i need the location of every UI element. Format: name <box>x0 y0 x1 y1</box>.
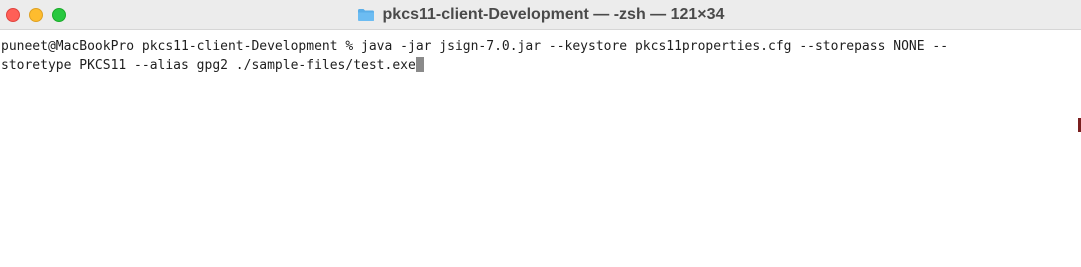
terminal-window: pkcs11-client-Development — -zsh — 121×3… <box>0 0 1081 267</box>
terminal-content[interactable]: puneet@MacBookPro pkcs11-client-Developm… <box>0 30 1081 267</box>
title-bar[interactable]: pkcs11-client-Development — -zsh — 121×3… <box>0 0 1081 30</box>
terminal-line-2: storetype PKCS11 --alias gpg2 ./sample-f… <box>1 58 416 73</box>
terminal-output[interactable]: puneet@MacBookPro pkcs11-client-Developm… <box>1 37 1076 75</box>
text-cursor <box>415 57 424 72</box>
close-window-button[interactable] <box>6 8 20 22</box>
window-title: pkcs11-client-Development — -zsh — 121×3… <box>382 6 725 23</box>
terminal-line-1: puneet@MacBookPro pkcs11-client-Developm… <box>1 39 949 54</box>
folder-icon <box>357 8 375 22</box>
window-title-area: pkcs11-client-Development — -zsh — 121×3… <box>0 0 1081 30</box>
minimize-window-button[interactable] <box>29 8 43 22</box>
zoom-window-button[interactable] <box>52 8 66 22</box>
